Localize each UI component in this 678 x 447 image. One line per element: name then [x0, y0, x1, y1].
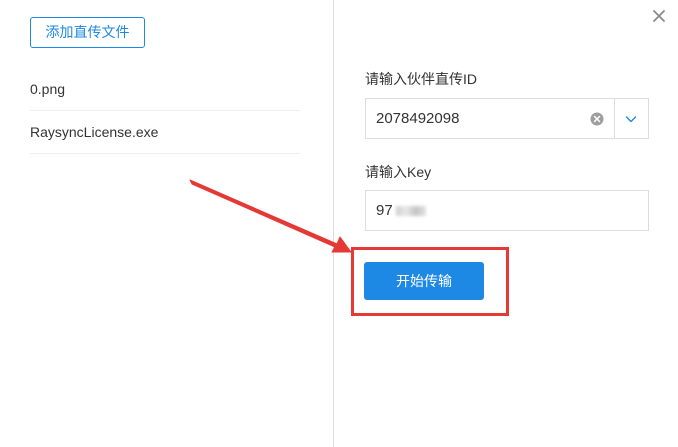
redacted-key-mask	[396, 206, 426, 216]
close-icon[interactable]	[651, 8, 667, 24]
key-label: 请输入Key	[365, 164, 432, 180]
dropdown-separator	[614, 99, 615, 138]
partner-id-combobox[interactable]: 2078492098	[365, 98, 649, 139]
file-list-item[interactable]: RaysyncLicense.exe	[30, 111, 300, 154]
clear-icon[interactable]	[590, 112, 604, 126]
file-list-panel: 添加直传文件 0.png RaysyncLicense.exe	[0, 0, 333, 447]
key-input-field[interactable]: 97	[365, 190, 649, 231]
partner-id-label: 请输入伙伴直传ID	[365, 71, 477, 87]
add-direct-file-button[interactable]: 添加直传文件	[30, 17, 145, 48]
key-input[interactable]: 97	[376, 191, 393, 230]
panel-divider	[333, 0, 334, 447]
file-list: 0.png RaysyncLicense.exe	[30, 68, 300, 154]
partner-id-input[interactable]: 2078492098	[376, 99, 459, 138]
highlight-annotation-box	[351, 247, 509, 316]
file-list-item[interactable]: 0.png	[30, 68, 300, 111]
chevron-down-icon[interactable]	[624, 112, 638, 126]
